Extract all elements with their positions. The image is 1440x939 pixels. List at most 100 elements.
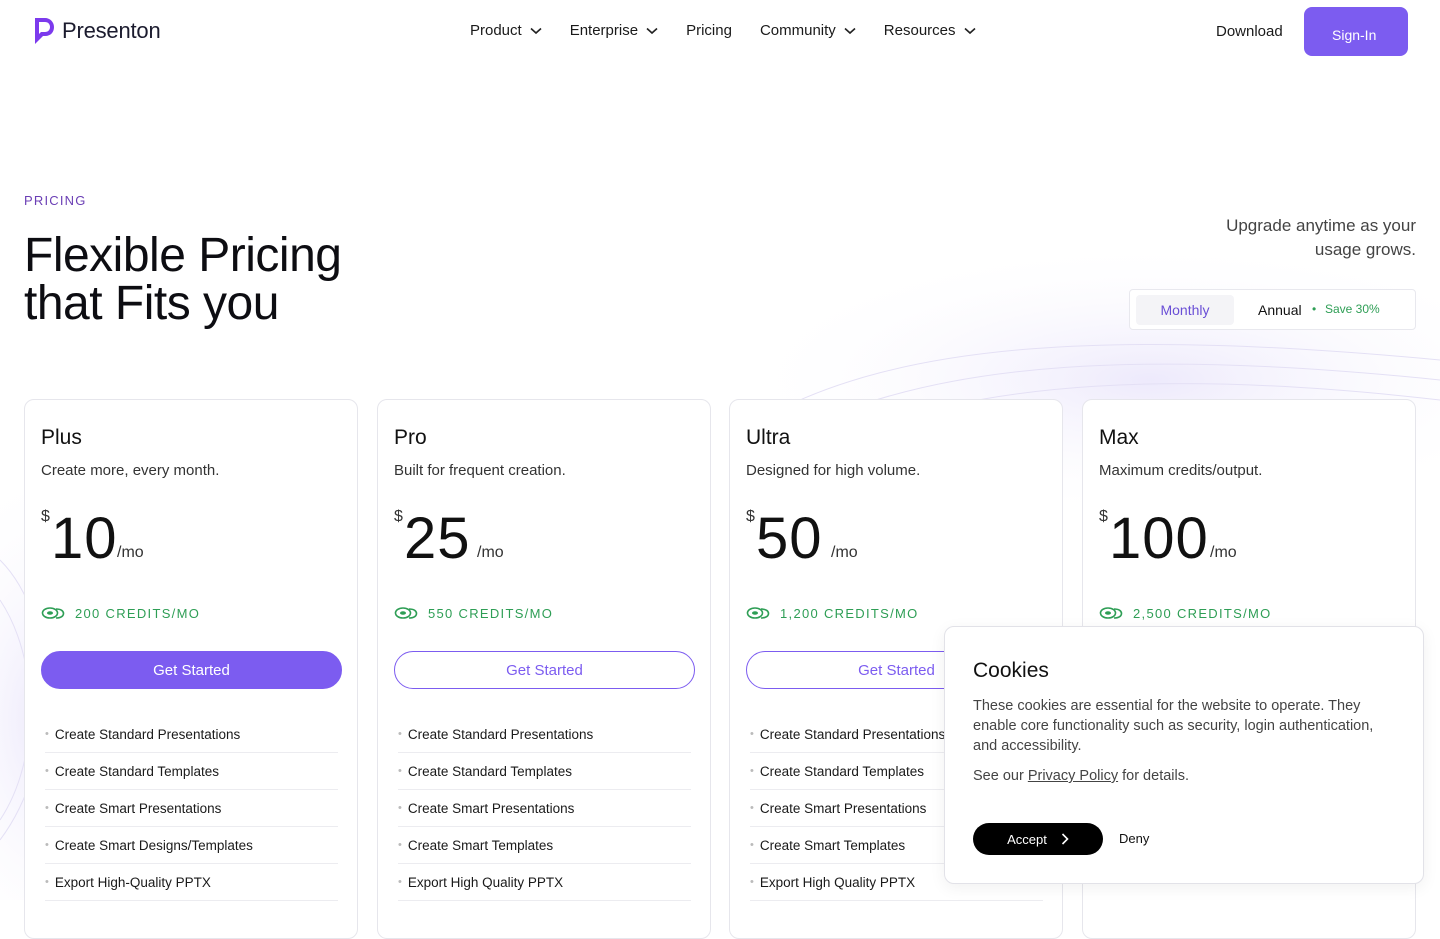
accept-cookies-button[interactable]: Accept: [973, 823, 1103, 855]
feature-label: Export High-Quality PPTX: [54, 874, 211, 890]
bullet-icon: •: [398, 728, 402, 740]
plan-credits-label: 200 CREDITS/MO: [75, 605, 201, 621]
coins-icon: [41, 607, 65, 619]
section-eyebrow: PRICING: [24, 193, 87, 208]
cookie-policy-note: See our Privacy Policy for details.: [973, 768, 1189, 784]
plan-credits: 550 CREDITS/MO: [394, 605, 553, 621]
plan-name: Max: [1099, 426, 1139, 449]
chevron-down-icon: [530, 27, 542, 34]
feature-label: Create Smart Presentations: [54, 800, 222, 816]
nav-community-label: Community: [759, 22, 836, 39]
coins-icon: [1099, 607, 1123, 619]
save-badge: Save 30%: [1325, 302, 1380, 316]
nav-product[interactable]: Product: [470, 22, 542, 39]
billing-toggle: Monthly Annual • Save 30%: [1129, 289, 1416, 330]
bullet-icon: •: [750, 765, 754, 777]
nav-product-label: Product: [470, 22, 522, 39]
plan-price: 10: [51, 506, 118, 571]
coins-icon: [746, 607, 770, 619]
download-link[interactable]: Download: [1216, 23, 1283, 40]
plan-period: /mo: [477, 544, 504, 561]
bullet-icon: •: [398, 839, 402, 851]
nav-community[interactable]: Community: [760, 22, 856, 39]
coins-icon: [394, 607, 418, 619]
bullet-icon: •: [750, 728, 754, 740]
plan-currency: $: [1099, 508, 1108, 525]
toggle-separator: •: [1312, 302, 1317, 316]
feature-item: • Create Smart Designs/Templates: [45, 827, 338, 864]
plan-credits: 200 CREDITS/MO: [41, 605, 200, 621]
plan-description: Maximum credits/output.: [1099, 462, 1263, 479]
plan-card-plus: Plus Create more, every month. $ 10 /mo …: [24, 399, 358, 939]
feature-label: Create Standard Presentations: [759, 726, 946, 742]
feature-label: Create Smart Designs/Templates: [54, 837, 253, 853]
nav-resources[interactable]: Resources: [884, 22, 976, 39]
upgrade-note: Upgrade anytime as your usage grows.: [1226, 216, 1416, 259]
chevron-down-icon: [963, 27, 976, 34]
bullet-icon: •: [45, 728, 49, 740]
plan-name: Plus: [41, 426, 82, 449]
nav-pricing-label: Pricing: [686, 22, 732, 39]
cookie-description: These cookies are essential for the webs…: [973, 698, 1374, 754]
feature-label: Create Smart Presentations: [407, 800, 575, 816]
bullet-icon: •: [398, 765, 402, 777]
cookie-banner: Cookies These cookies are essential for …: [944, 626, 1424, 884]
plan-credits-label: 2,500 CREDITS/MO: [1133, 605, 1272, 621]
plan-price: 100: [1109, 506, 1209, 571]
plan-period: /mo: [831, 544, 858, 561]
feature-list: • Create Standard Presentations • Create S…: [398, 716, 691, 901]
bullet-icon: •: [398, 876, 402, 888]
plan-period: /mo: [1210, 544, 1237, 561]
feature-label: Create Standard Templates: [759, 763, 924, 779]
deny-cookies-button[interactable]: Deny: [1119, 831, 1149, 846]
nav-resources-label: Resources: [883, 22, 956, 39]
plan-currency: $: [746, 508, 755, 525]
feature-list: • Create Standard Presentations • Create S…: [45, 716, 338, 901]
plan-credits-label: 1,200 CREDITS/MO: [780, 605, 919, 621]
bullet-icon: •: [45, 876, 49, 888]
get-started-button[interactable]: Get Started: [394, 651, 695, 689]
nav-enterprise-label: Enterprise: [569, 22, 639, 39]
cookie-see-prefix: See our: [973, 768, 1024, 784]
feature-label: Create Standard Templates: [54, 763, 219, 779]
page-title: Flexible Pricing that Fits you: [24, 229, 342, 330]
plan-credits: 2,500 CREDITS/MO: [1099, 605, 1272, 621]
plan-currency: $: [41, 508, 50, 525]
plan-card-pro: Pro Built for frequent creation. $ 25 /m…: [377, 399, 711, 939]
feature-label: Create Standard Presentations: [54, 726, 241, 742]
feature-item: • Create Standard Templates: [45, 753, 338, 790]
feature-item: • Create Standard Presentations: [398, 716, 691, 753]
feature-label: Export High Quality PPTX: [759, 874, 916, 890]
brand-logo[interactable]: Presenton: [32, 16, 161, 46]
feature-item: • Export High-Quality PPTX: [45, 864, 338, 901]
top-navbar: Presenton Product Enterprise Pricing Com…: [0, 0, 1440, 64]
feature-item: • Create Standard Templates: [398, 753, 691, 790]
bullet-icon: •: [45, 802, 49, 814]
bullet-icon: •: [398, 802, 402, 814]
bullet-icon: •: [750, 839, 754, 851]
nav-enterprise[interactable]: Enterprise: [570, 22, 658, 39]
bullet-icon: •: [750, 802, 754, 814]
feature-item: • Create Smart Templates: [398, 827, 691, 864]
sign-in-button[interactable]: Sign-In: [1304, 7, 1408, 56]
plan-currency: $: [394, 508, 403, 525]
get-started-button[interactable]: Get Started: [41, 651, 342, 689]
accept-label: Accept: [1007, 831, 1047, 847]
toggle-annual[interactable]: Annual: [1258, 302, 1302, 318]
cookie-title: Cookies: [973, 659, 1049, 682]
feature-label: Create Smart Templates: [759, 837, 906, 853]
plan-price: 50: [756, 506, 823, 571]
chevron-down-icon: [646, 27, 658, 34]
toggle-monthly[interactable]: Monthly: [1136, 295, 1234, 325]
feature-item: • Create Smart Presentations: [45, 790, 338, 827]
cookie-see-suffix: for details.: [1122, 768, 1190, 784]
feature-item: • Create Standard Presentations: [45, 716, 338, 753]
plan-name: Pro: [394, 426, 427, 449]
nav-pricing[interactable]: Pricing: [686, 22, 732, 39]
chevron-right-icon: [1061, 833, 1069, 845]
plan-period: /mo: [117, 544, 144, 561]
feature-item: • Create Smart Presentations: [398, 790, 691, 827]
plan-description: Create more, every month.: [41, 462, 220, 479]
feature-item: • Export High Quality PPTX: [398, 864, 691, 901]
privacy-policy-link[interactable]: Privacy Policy: [1028, 768, 1118, 784]
